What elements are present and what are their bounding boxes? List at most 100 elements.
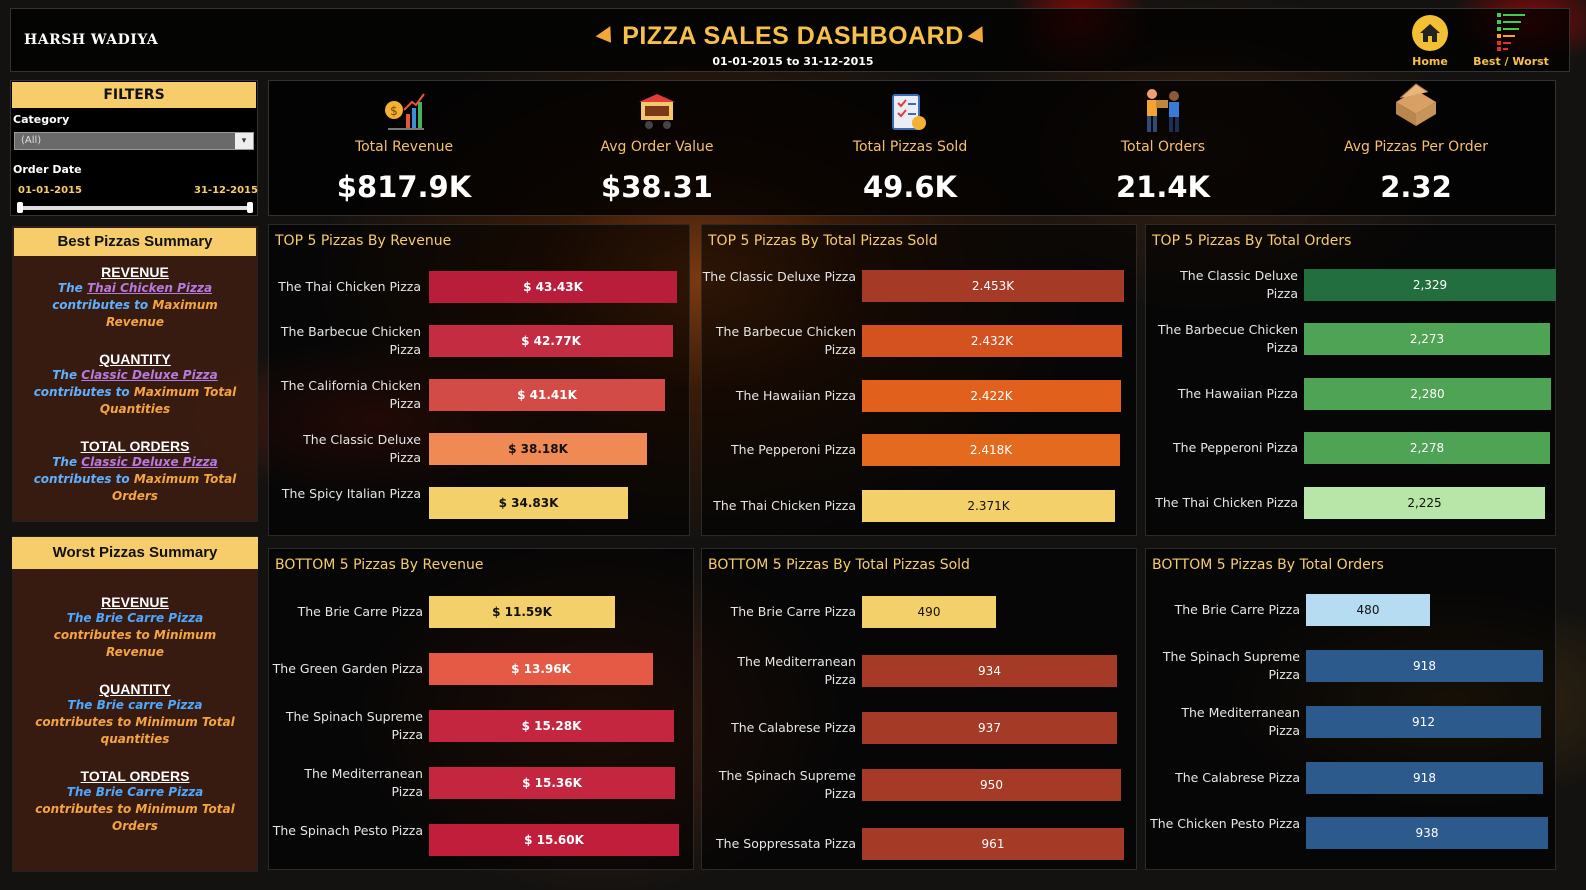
section-heading: QUANTITY [99,351,171,367]
date-slider-handle-end[interactable] [247,202,253,213]
bar-value-label: $ 41.41K [517,388,577,402]
chart-top5-pizzas-sold: TOP 5 Pizzas By Total Pizzas Sold The Cla… [701,224,1137,536]
bar-label-the-barbecue-chicken-pizza: The Barbecue Chicken Pizza [1157,322,1298,355]
best-summary-title: Best Pizzas Summary [14,228,256,256]
section-line: contributes to Minimum Total [35,715,235,729]
bar-value-label: $ 13.96K [511,662,571,676]
kpi-total-revenue-value: $817.9K [336,170,472,204]
kpi-total-pizzas-sold-value: 49.6K [862,170,958,204]
worst-revenue-section: REVENUE The Brie Carre Pizza contributes… [24,594,246,661]
bar-label-the-classic-deluxe-pizza: The Classic Deluxe Pizza [1180,268,1298,301]
bar-label-the-barbecue-chicken-pizza: The Barbecue Chicken Pizza [280,324,421,357]
bar-label-the-california-chicken-pizza: The California Chicken Pizza [281,378,421,411]
bar-value-label: $ 15.60K [524,833,584,847]
category-select[interactable]: (All) ▾ [14,132,254,150]
date-slider-handle-start[interactable] [17,202,23,213]
bar-value-label: 2,278 [1409,441,1445,455]
section-text: The Classic Deluxe Pizza contributes to … [33,455,237,503]
bar-label-the-thai-chicken-pizza: The Thai Chicken Pizza [713,498,856,513]
category-select-value: (All) [21,135,42,146]
kpi-avg-pizzas-per-order-label: Avg Pizzas Per Order [1344,139,1488,155]
date-range: 01-01-2015 to 31-12-2015 [712,55,874,68]
chart-top5-orders: TOP 5 Pizzas By Total Orders The Classic … [1145,224,1556,536]
bar-label-the-pepperoni-pizza: The Pepperoni Pizza [731,442,856,457]
pizza-box-icon [1390,82,1442,138]
bar-label-the-calabrese-pizza: The Calabrese Pizza [1175,770,1300,785]
bar-value-label: 937 [978,721,1001,735]
pizza-slice-icon [967,26,991,49]
bar-label-the-mediterranean-pizza: The Mediterranean Pizza [1181,705,1300,738]
bar-label-the-green-garden-pizza: The Green Garden Pizza [272,661,423,676]
home-button-label[interactable]: Home [1404,55,1456,68]
bar-label-the-chicken-pesto-pizza: The Chicken Pesto Pizza [1150,816,1300,831]
bar-label-the-brie-carre-pizza: The Brie Carre Pizza [730,604,856,619]
chart-title: BOTTOM 5 Pizzas By Total Orders [1152,557,1384,573]
chart-title: TOP 5 Pizzas By Total Orders [1152,233,1352,249]
bar-label-the-hawaiian-pizza: The Hawaiian Pizza [735,388,856,403]
dashboard-title-text: PIZZA SALES DASHBOARD [622,22,964,50]
section-text: The Classic Deluxe Pizza contributes to … [33,368,237,416]
bar-value-label: $ 43.43K [523,280,583,294]
section-heading: TOTAL ORDERS [80,768,190,784]
kpi-total-orders-label: Total Orders [1120,139,1206,155]
bar-label-the-spinach-pesto-pizza: The Spinach Pesto Pizza [272,823,423,838]
dashboard-title: PIZZA SALES DASHBOARD [0,22,1586,51]
bar-value-label: 950 [980,778,1003,792]
bar-value-label: $ 42.77K [521,334,581,348]
kpi-avg-order-value-label: Avg Order Value [600,139,714,155]
section-line: Revenue [106,645,164,659]
date-range-slider[interactable] [20,206,252,210]
best-revenue-section: REVENUE The Thai Chicken Pizza contribut… [30,264,240,331]
section-line: quantities [100,732,170,746]
chart-bottom5-pizzas-sold: BOTTOM 5 Pizzas By Total Pizzas Sold The … [701,548,1137,870]
best-worst-icon[interactable] [1495,12,1529,52]
chart-title: TOP 5 Pizzas By Total Pizzas Sold [708,233,938,249]
pizza-cart-icon [635,92,679,136]
section-line: contributes to Minimum [53,628,217,642]
filters-title: FILTERS [12,82,256,108]
bar-value-label: 490 [917,605,941,619]
chart-title: BOTTOM 5 Pizzas By Total Pizzas Sold [708,557,970,573]
bar-label-the-mediterranean-pizza: The Mediterranean Pizza [304,766,423,799]
bar-label-the-spinach-supreme-pizza: The Spinach Supreme Pizza [718,768,856,801]
bar-value-label: 2,280 [1410,387,1445,401]
kpi-total-revenue-label: Total Revenue [354,139,454,155]
worst-summary-body: REVENUE The Brie Carre Pizza contributes… [24,594,246,835]
best-quantity-section: QUANTITY The Classic Deluxe Pizza contri… [30,351,240,418]
chart-bottom5-revenue: BOTTOM 5 Pizzas By Revenue The Brie Carre… [268,548,694,870]
bar-label-the-spinach-supreme-pizza: The Spinach Supreme Pizza [1162,649,1300,682]
bar-value-label: 961 [981,837,1005,851]
bar-label-the-pepperoni-pizza: The Pepperoni Pizza [1173,440,1298,455]
bar-label-the-classic-deluxe-pizza: The Classic Deluxe Pizza [702,269,856,284]
bar-value-label: 2.432K [970,334,1014,348]
bar-value-label: 2,225 [1407,496,1442,510]
bar-label-the-classic-deluxe-pizza: The Classic Deluxe Pizza [303,432,421,465]
best-summary-body: REVENUE The Thai Chicken Pizza contribut… [30,264,240,505]
best-worst-button-label[interactable]: Best / Worst [1470,55,1552,68]
section-heading: TOTAL ORDERS [80,438,190,454]
bar-label-the-thai-chicken-pizza: The Thai Chicken Pizza [278,279,421,294]
bar-value-label: 480 [1356,603,1380,617]
worst-summary-title: Worst Pizzas Summary [12,537,258,569]
home-icon[interactable] [1412,15,1448,51]
chevron-down-icon[interactable]: ▾ [235,133,253,149]
section-line: The Brie Carre Pizza [66,611,204,625]
order-date-label: Order Date [13,163,82,176]
date-start: 01-01-2015 [18,185,82,196]
bar-label-the-spinach-supreme-pizza: The Spinach Supreme Pizza [285,709,423,742]
bar-value-label: 2,329 [1412,278,1448,292]
bar-value-label: $ 15.28K [521,719,582,733]
bar-label-the-brie-carre-pizza: The Brie Carre Pizza [1174,602,1300,617]
section-heading: REVENUE [101,594,169,610]
bar-label-the-barbecue-chicken-pizza: The Barbecue Chicken Pizza [715,324,856,357]
pizza-slice-icon [595,26,619,49]
bar-value-label: 2.418K [969,443,1013,457]
bar-value-label: 918 [1413,771,1436,785]
date-end: 31-12-2015 [194,185,258,196]
bar-label-the-mediterranean-pizza: The Mediterranean Pizza [737,654,856,687]
section-line: Orders [112,819,158,833]
section-text: The Thai Chicken Pizza contributes to Ma… [52,281,218,329]
section-line: The Brie carre Pizza [67,698,203,712]
checklist-icon [889,91,929,137]
bar-value-label: 918 [1413,659,1436,673]
